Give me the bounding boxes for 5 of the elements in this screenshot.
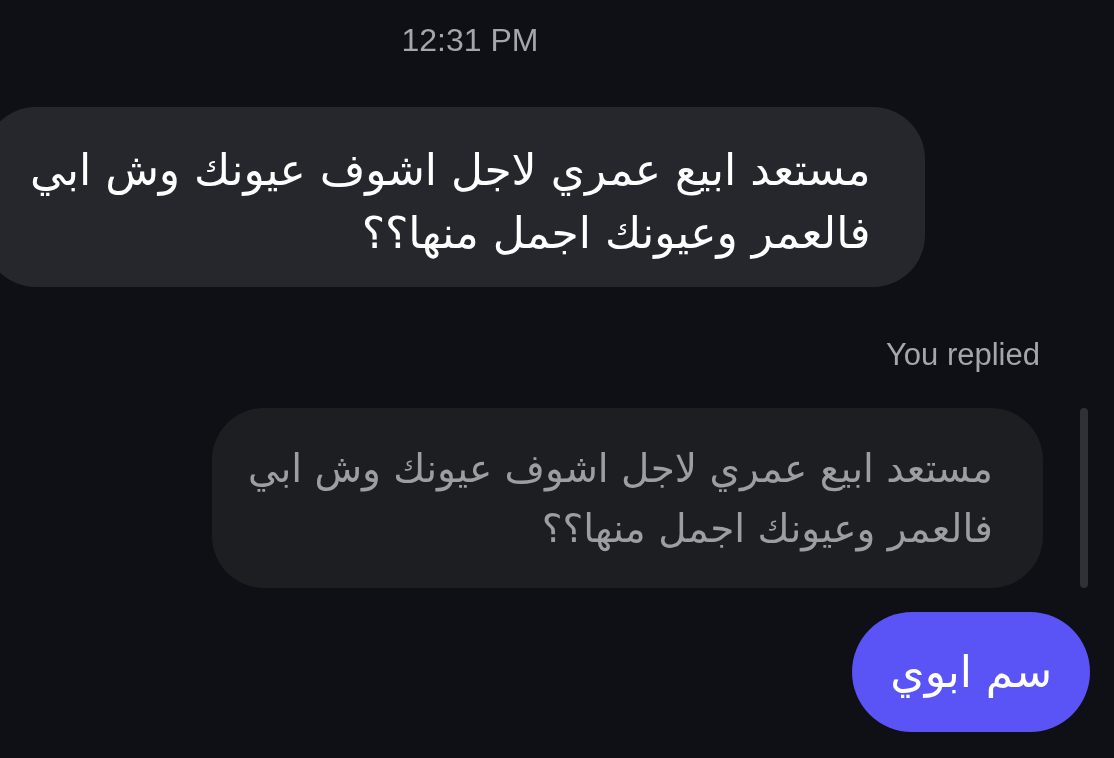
quoted-message-bubble: مستعد ابيع عمري لاجل اشوف عيونك وش ابي فالعمر وعيونك اجمل منها؟؟ <box>211 408 1043 588</box>
sent-message-bubble: سم ابوي <box>852 612 1090 732</box>
incoming-message-bubble: مستعد ابيع عمري لاجل اشوف عيونك وش ابي فالعمر وعيونك اجمل منها؟؟ <box>0 107 925 287</box>
reply-label: You replied <box>886 337 1040 373</box>
message-timestamp: 12:31 PM <box>401 22 539 58</box>
